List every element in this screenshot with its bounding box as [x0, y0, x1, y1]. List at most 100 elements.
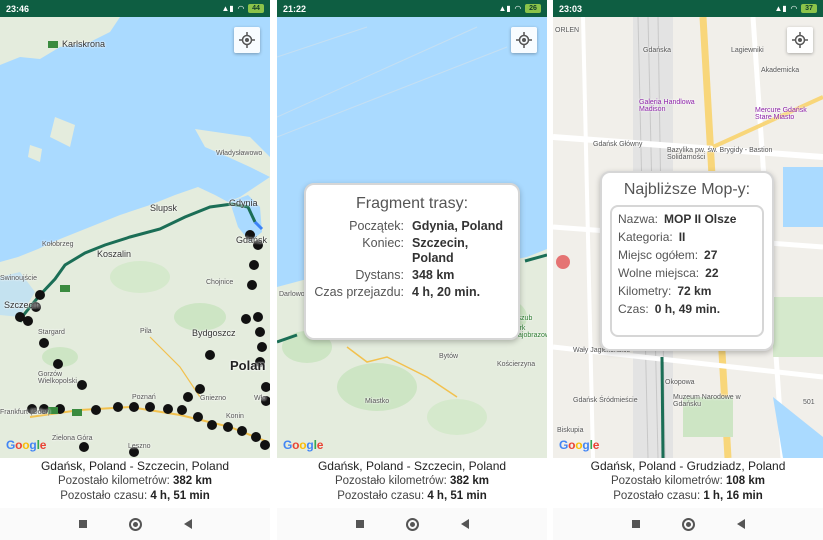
map-label: Bazylika pw. św. Brygidy - Bastion Solid…: [667, 147, 773, 161]
battery-icon: 37: [801, 4, 817, 13]
map-label: Gdynia: [229, 198, 258, 208]
map-view[interactable]: Karlskrona Slupsk Gdynia Gdańsk Władysła…: [0, 17, 270, 458]
map-label: Okopowa: [665, 379, 695, 386]
map-label: Bydgoszcz: [192, 328, 236, 338]
map-label: ORLEN: [555, 27, 580, 34]
phone-screen-route-fragment: 21:22 ▲▮ ◠ 26 Darlowo Bytów Kościerzyna …: [277, 0, 547, 540]
wifi-icon: ◠: [237, 4, 244, 13]
map-label: Polan: [230, 358, 266, 373]
map-label: Galeria Handlowa Madison: [639, 99, 695, 113]
popup-row-duration: Czas przejazdu: 4 h, 20 min.: [314, 285, 481, 299]
status-icons: ▲▮ ◠ 44: [222, 4, 264, 13]
back-nav-icon[interactable]: [183, 519, 192, 529]
map-label: Mercure Gdańsk Stare Miasto: [755, 107, 807, 121]
my-location-button[interactable]: [511, 27, 537, 53]
home-nav-icon[interactable]: [681, 517, 695, 531]
map-label: Poznań: [132, 394, 156, 401]
map-label: Chojnice: [206, 279, 234, 286]
map-label: Frankfurt (Oder): [0, 409, 51, 416]
popup-row-start: Początek: Gdynia, Poland: [349, 219, 503, 233]
map-view[interactable]: ORLEN Galeria Handlowa Madison Mercure G…: [553, 17, 823, 458]
google-logo: Google: [559, 438, 600, 452]
battery-icon: 44: [248, 4, 264, 13]
wifi-icon: ◠: [790, 4, 797, 13]
map-label: Leszno: [128, 443, 151, 450]
android-nav-bar: [277, 508, 547, 540]
battery-icon: 26: [525, 4, 541, 13]
remaining-time: Pozostało czasu: 4 h, 51 min: [60, 490, 210, 502]
status-bar: 23:03 ▲▮ ◠ 37: [553, 0, 823, 17]
map-label: Gniezno: [200, 395, 227, 402]
map-label: Zielona Góra: [52, 435, 93, 442]
map-label: 501: [803, 399, 815, 406]
home-nav-icon[interactable]: [405, 517, 419, 531]
popup-title: Najbliższe Mop-y:: [623, 181, 751, 198]
map-canvas: [0, 17, 270, 458]
recents-nav-icon[interactable]: [78, 520, 87, 528]
mop-row-category: Kategoria: II: [618, 230, 686, 244]
my-location-button[interactable]: [234, 27, 260, 53]
remaining-time: Pozostało czasu: 4 h, 51 min: [337, 490, 487, 502]
mop-row-total-spots: Miejsc ogółem: 27: [618, 248, 718, 262]
remaining-km: Pozostało kilometrów: 382 km: [57, 475, 213, 487]
my-location-icon: [792, 32, 808, 48]
map-label: Akademicka: [761, 67, 800, 74]
google-logo: Google: [6, 438, 47, 452]
signal-icon: ▲▮: [221, 4, 234, 13]
mop-row-free-spots: Wolne miejsca: 22: [618, 266, 719, 280]
status-time: 23:03: [559, 3, 583, 14]
status-icons: ▲▮ ◠ 26: [499, 4, 541, 13]
phone-screen-nearest-mop: 23:03 ▲▮ ◠ 37 ORLEN Galeria Handlowa Mad…: [553, 0, 823, 540]
popup-row-distance: Dystans: 348 km: [355, 268, 455, 282]
remaining-km: Pozostało kilometrów: 382 km: [334, 475, 490, 487]
map-label: Karlskrona: [62, 39, 106, 49]
phone-screen-route-overview: 23:46 ▲▮ ◠ 44 Karlskrona Slupsk Gdynia G…: [0, 0, 270, 540]
popup-row-end: Koniec: Szczecin, Poland: [362, 236, 469, 265]
map-label: Koszalin: [97, 249, 132, 259]
map-label: Gdańsk Główny: [593, 141, 643, 148]
screenshot-collage: 23:46 ▲▮ ◠ 44 Karlskrona Slupsk Gdynia G…: [0, 0, 823, 540]
map-view[interactable]: Darlowo Bytów Kościerzyna Miastko Park K…: [277, 17, 547, 458]
map-label: Bytów: [439, 353, 459, 360]
recents-nav-icon[interactable]: [631, 520, 640, 528]
remaining-time: Pozostało czasu: 1 h, 16 min: [613, 490, 763, 502]
route-info-panel: Gdańsk, Poland - Szczecin, Poland Pozost…: [277, 458, 547, 508]
map-label: Swinoujście: [0, 275, 37, 282]
map-label: Muzeum Narodowe w Gdańsku: [673, 394, 741, 408]
route-fragment-popup[interactable]: Fragment trasy: Początek: Gdynia, Poland …: [304, 183, 520, 340]
my-location-icon: [516, 32, 532, 48]
android-nav-bar: [553, 508, 823, 540]
map-label: Stargard: [38, 329, 65, 336]
mop-row-time: Czas: 0 h, 49 min.: [618, 302, 721, 316]
map-label: Miastko: [365, 398, 390, 405]
map-label: Wło: [254, 395, 267, 402]
android-nav-bar: [0, 508, 270, 540]
status-icons: ▲▮ ◠ 37: [775, 4, 817, 13]
google-logo: Google: [283, 438, 324, 452]
map-label: Lagiewniki: [731, 47, 764, 54]
signal-icon: ▲▮: [498, 4, 511, 13]
map-label: Kołobrzeg: [42, 241, 74, 248]
map-label: Darlowo: [279, 291, 305, 298]
map-label: Władysławowo: [216, 150, 263, 157]
remaining-km: Pozostało kilometrów: 108 km: [610, 475, 766, 487]
mop-details-box: Nazwa: MOP II Olsze Kategoria: II Miejsc o…: [610, 205, 764, 337]
back-nav-icon[interactable]: [460, 519, 469, 529]
mop-row-kilometers: Kilometry: 72 km: [618, 284, 712, 298]
status-bar: 23:46 ▲▮ ◠ 44: [0, 0, 270, 17]
back-nav-icon[interactable]: [736, 519, 745, 529]
recents-nav-icon[interactable]: [355, 520, 364, 528]
signal-icon: ▲▮: [774, 4, 787, 13]
status-bar: 21:22 ▲▮ ◠ 26: [277, 0, 547, 17]
route-name: Gdańsk, Poland - Szczecin, Poland: [40, 459, 230, 473]
map-label: Gdańska: [643, 47, 672, 54]
home-nav-icon[interactable]: [128, 517, 142, 531]
map-label: Slupsk: [150, 203, 178, 213]
map-label: Gorzów Wielkopolski: [38, 371, 77, 385]
my-location-button[interactable]: [787, 27, 813, 53]
popup-title: Fragment trasy:: [355, 195, 469, 212]
map-label: Gdańsk Śródmieście: [573, 397, 638, 404]
nearest-mop-popup[interactable]: Najbliższe Mop-y: Nazwa: MOP II Olsze Kat…: [600, 171, 774, 351]
status-time: 23:46: [6, 3, 30, 14]
my-location-icon: [239, 32, 255, 48]
